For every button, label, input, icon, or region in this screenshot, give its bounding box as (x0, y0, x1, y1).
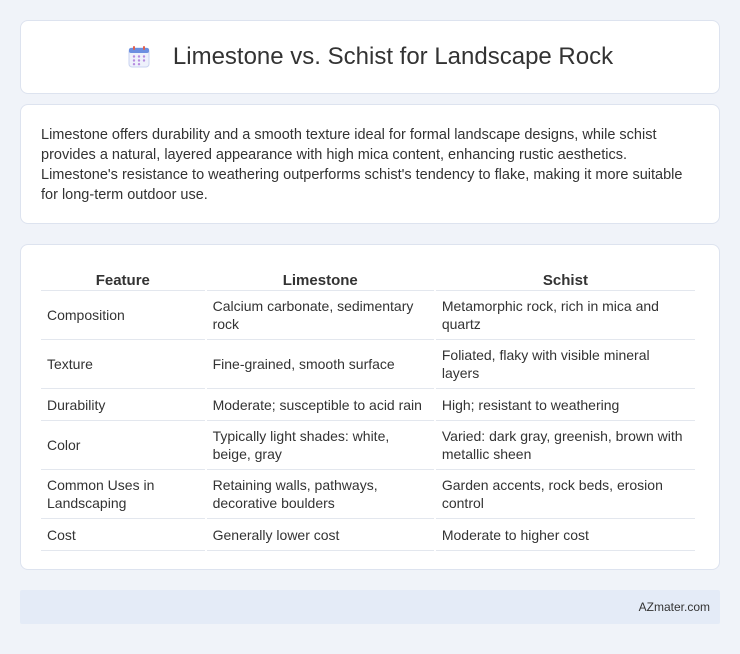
title-card: Limestone vs. Schist for Landscape Rock (20, 20, 720, 94)
table-cell: Texture (41, 340, 205, 389)
table-cell: High; resistant to weathering (435, 389, 695, 421)
comparison-table: Feature Limestone Schist Composition Cal… (39, 265, 697, 551)
footer-site-link[interactable]: AZmater.com (639, 600, 710, 614)
table-cell: Cost (41, 519, 205, 551)
table-cell: Metamorphic rock, rich in mica and quart… (435, 291, 695, 340)
table-cell: Moderate; susceptible to acid rain (206, 389, 434, 421)
table-row: Composition Calcium carbonate, sedimenta… (41, 291, 695, 340)
table-cell: Varied: dark gray, greenish, brown with … (435, 421, 695, 470)
table-cell: Typically light shades: white, beige, gr… (206, 421, 434, 470)
page-title: Limestone vs. Schist for Landscape Rock (172, 43, 614, 70)
intro-paragraph: Limestone offers durability and a smooth… (41, 127, 683, 203)
table-cell: Retaining walls, pathways, decorative bo… (206, 470, 434, 519)
header-schist: Schist (435, 265, 695, 291)
table-cell: Garden accents, rock beds, erosion contr… (435, 470, 695, 519)
table-cell: Foliated, flaky with visible mineral lay… (435, 340, 695, 389)
table-cell: Common Uses in Landscaping (41, 470, 205, 519)
table-cell: Color (41, 421, 205, 470)
table-row: Cost Generally lower cost Moderate to hi… (41, 519, 695, 551)
table-cell: Composition (41, 291, 205, 340)
table-row: Durability Moderate; susceptible to acid… (41, 389, 695, 421)
table-header-row: Feature Limestone Schist (41, 265, 695, 291)
header-feature: Feature (41, 265, 205, 291)
table-cell: Generally lower cost (206, 519, 434, 551)
table-cell: Moderate to higher cost (435, 519, 695, 551)
header-limestone: Limestone (206, 265, 434, 291)
title-wrap: Limestone vs. Schist for Landscape Rock (127, 43, 613, 71)
table-cell: Calcium carbonate, sedimentary rock (206, 291, 434, 340)
table-row: Common Uses in Landscaping Retaining wal… (41, 470, 695, 519)
calendar-icon (127, 45, 151, 69)
table-cell: Fine-grained, smooth surface (206, 340, 434, 389)
table-row: Color Typically light shades: white, bei… (41, 421, 695, 470)
table-row: Texture Fine-grained, smooth surface Fol… (41, 340, 695, 389)
table-card: Feature Limestone Schist Composition Cal… (20, 244, 720, 570)
footer: AZmater.com (20, 590, 720, 624)
intro-card: Limestone offers durability and a smooth… (20, 104, 720, 224)
table-cell: Durability (41, 389, 205, 421)
